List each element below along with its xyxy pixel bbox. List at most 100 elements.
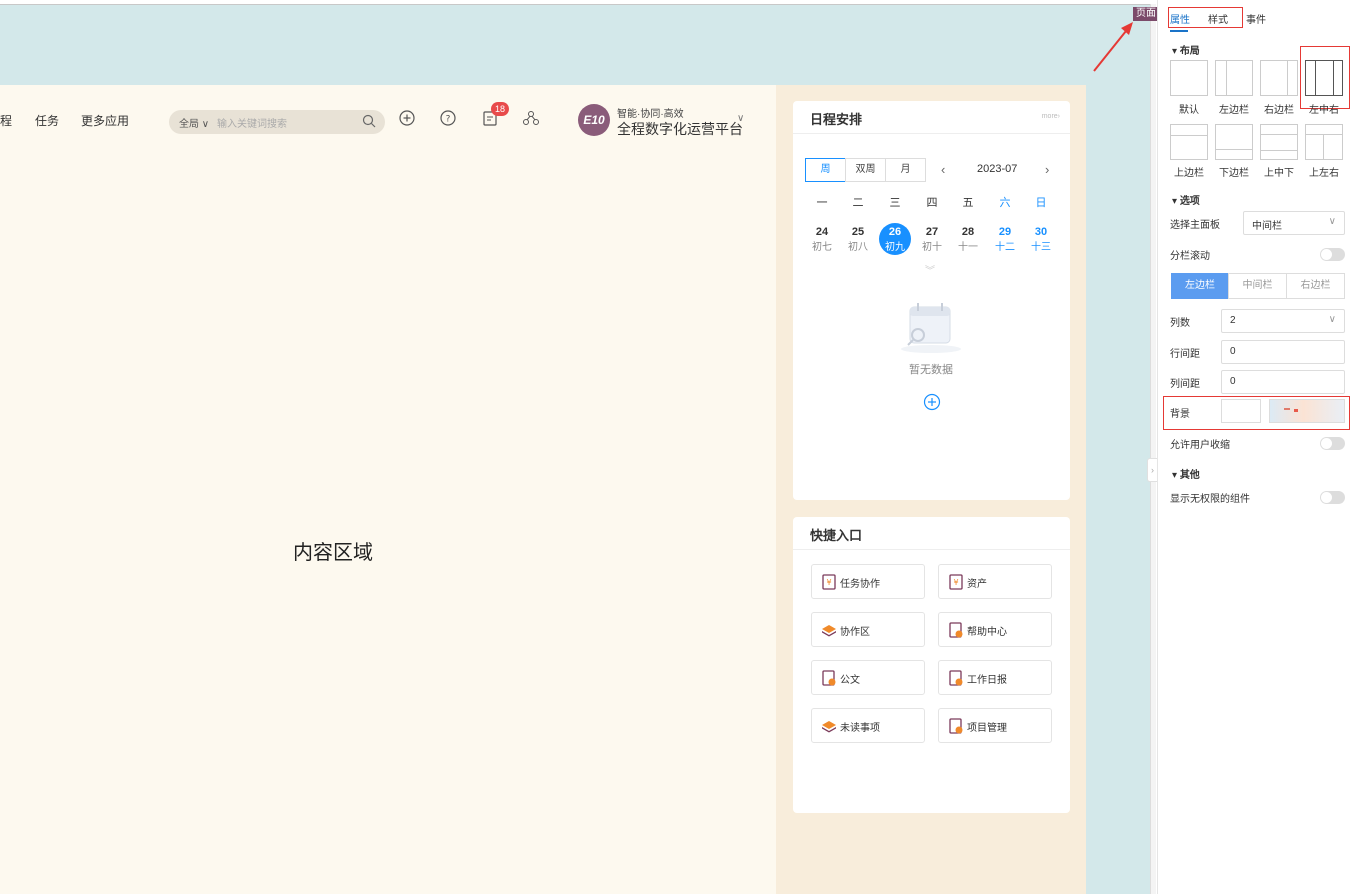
- svg-text:¥: ¥: [826, 578, 831, 587]
- layout-label: 上中下: [1264, 168, 1294, 179]
- col-gap-label: 列间距: [1170, 379, 1200, 390]
- calendar-day[interactable]: 24 初七: [807, 226, 837, 253]
- layout-bottom-bar[interactable]: [1215, 124, 1253, 160]
- columns-label: 列数: [1170, 318, 1190, 329]
- layout-left-sidebar[interactable]: [1215, 60, 1253, 96]
- task-icon: ¥: [822, 574, 836, 590]
- layers-icon: [822, 721, 836, 733]
- weekday-mon: 一: [816, 197, 828, 209]
- add-circle-icon[interactable]: [397, 108, 417, 128]
- layout-right-sidebar[interactable]: [1260, 60, 1298, 96]
- main-content-area[interactable]: [0, 85, 776, 894]
- show-no-permission-toggle[interactable]: [1320, 491, 1345, 504]
- layout-label: 左中右: [1309, 105, 1339, 116]
- next-month-button[interactable]: ›: [1045, 162, 1049, 177]
- main-panel-label: 选择主面板: [1170, 220, 1220, 231]
- split-scroll-label: 分栏滚动: [1170, 251, 1210, 262]
- calendar-day[interactable]: 27 初十: [917, 226, 947, 253]
- panel-collapse-handle[interactable]: ›: [1147, 458, 1157, 482]
- layout-section-title[interactable]: ▾ 布局: [1172, 42, 1200, 57]
- other-section-title[interactable]: ▾ 其他: [1172, 466, 1200, 481]
- quick-item-assets[interactable]: ¥ 资产: [938, 564, 1052, 599]
- quick-item-project-mgmt[interactable]: 项目管理: [938, 708, 1052, 743]
- quick-item-help-center[interactable]: 帮助中心: [938, 612, 1052, 647]
- layout-top-bar[interactable]: [1170, 124, 1208, 160]
- quick-item-task-collab[interactable]: ¥ 任务协作: [811, 564, 925, 599]
- weekday-sun: 日: [1035, 197, 1047, 209]
- weekday-thu: 四: [926, 197, 938, 209]
- svg-text:¥: ¥: [953, 578, 958, 587]
- nav-link-tasks[interactable]: 任务: [35, 112, 59, 129]
- quick-item-collab-zone[interactable]: 协作区: [811, 612, 925, 647]
- prev-month-button[interactable]: ‹: [941, 162, 945, 177]
- document-icon: [949, 622, 963, 638]
- search-placeholder: 输入关键词搜索: [217, 119, 287, 130]
- annotation-arrow-icon: [1093, 22, 1133, 72]
- calendar-day[interactable]: 29 十二: [990, 226, 1020, 253]
- calendar-day[interactable]: 25 初八: [843, 226, 873, 253]
- nav-link-more-apps[interactable]: 更多应用: [81, 112, 129, 129]
- chevron-down-icon: ∨: [1328, 216, 1336, 227]
- quick-item-unread[interactable]: 未读事项: [811, 708, 925, 743]
- annotation-box: [1300, 46, 1350, 109]
- quick-access-title: 快捷入口: [810, 528, 863, 543]
- row-gap-input[interactable]: 0: [1221, 340, 1345, 364]
- tab-events[interactable]: 事件: [1246, 11, 1266, 26]
- content-area-label: 内容区域: [293, 542, 373, 564]
- col-gap-input[interactable]: 0: [1221, 370, 1345, 394]
- view-month-button[interactable]: 月: [885, 158, 926, 182]
- nav-link-schedule[interactable]: 程: [0, 112, 12, 129]
- options-section-title[interactable]: ▾ 选项: [1172, 192, 1200, 207]
- allow-collapse-toggle[interactable]: [1320, 437, 1345, 450]
- layout-top-middle-bottom[interactable]: [1260, 124, 1298, 160]
- calendar-day[interactable]: 28 十一: [953, 226, 983, 253]
- layout-label: 右边栏: [1264, 105, 1294, 116]
- org-name[interactable]: 全程数字化运营平台: [617, 119, 743, 139]
- layout-label: 上边栏: [1174, 168, 1204, 179]
- add-schedule-icon[interactable]: [923, 393, 941, 411]
- search-input[interactable]: 全局 ∨ 输入关键词搜索: [169, 110, 385, 134]
- weekday-sat: 六: [999, 197, 1011, 209]
- quick-item-documents[interactable]: 公文: [811, 660, 925, 695]
- columns-select[interactable]: 2 ∨: [1221, 309, 1345, 333]
- month-label: 2023-07: [977, 163, 1018, 175]
- layout-label: 下边栏: [1219, 168, 1249, 179]
- view-biweek-button[interactable]: 双周: [845, 158, 886, 182]
- column-tab-right[interactable]: 右边栏: [1286, 273, 1345, 299]
- org-structure-icon[interactable]: [521, 108, 541, 128]
- layout-default[interactable]: [1170, 60, 1208, 96]
- chevron-down-icon[interactable]: ∨: [737, 113, 744, 124]
- avatar[interactable]: E10: [578, 104, 610, 136]
- document-icon: [949, 718, 963, 734]
- tab-underline: [1170, 30, 1188, 32]
- quick-item-daily-report[interactable]: 工作日报: [938, 660, 1052, 695]
- more-link[interactable]: more›: [1042, 113, 1060, 120]
- main-panel-select[interactable]: 中间栏 ∨: [1243, 211, 1345, 235]
- column-tab-middle[interactable]: 中间栏: [1228, 273, 1287, 299]
- weekday-fri: 五: [962, 197, 974, 209]
- layout-top-left-right[interactable]: [1305, 124, 1343, 160]
- calendar-day-today[interactable]: 26 初九: [879, 223, 911, 255]
- document-icon: [822, 670, 836, 686]
- layers-icon: [822, 625, 836, 637]
- column-tab-left[interactable]: 左边栏: [1171, 273, 1229, 299]
- search-scope-select[interactable]: 全局 ∨: [179, 115, 209, 130]
- help-icon[interactable]: ?: [438, 108, 458, 128]
- view-week-button[interactable]: 周: [805, 158, 846, 182]
- chevron-down-icon: ∨: [1328, 314, 1336, 325]
- calendar-day[interactable]: 30 十三: [1026, 226, 1056, 253]
- asset-icon: ¥: [949, 574, 963, 590]
- notification-badge: 18: [491, 102, 509, 116]
- layout-label: 左边栏: [1219, 105, 1249, 116]
- annotation-box: [1163, 396, 1350, 430]
- search-icon[interactable]: [361, 113, 377, 129]
- svg-text:?: ?: [446, 115, 451, 125]
- canvas-edge: [1150, 4, 1156, 894]
- empty-calendar-icon: [901, 303, 961, 353]
- split-scroll-toggle[interactable]: [1320, 248, 1345, 261]
- org-slogan: 智能·协同·高效: [617, 109, 684, 120]
- weekday-tue: 二: [852, 197, 864, 209]
- layout-label: 默认: [1179, 105, 1199, 116]
- expand-chevron-icon[interactable]: ︾: [925, 262, 935, 277]
- page-badge[interactable]: 页面: [1133, 7, 1159, 21]
